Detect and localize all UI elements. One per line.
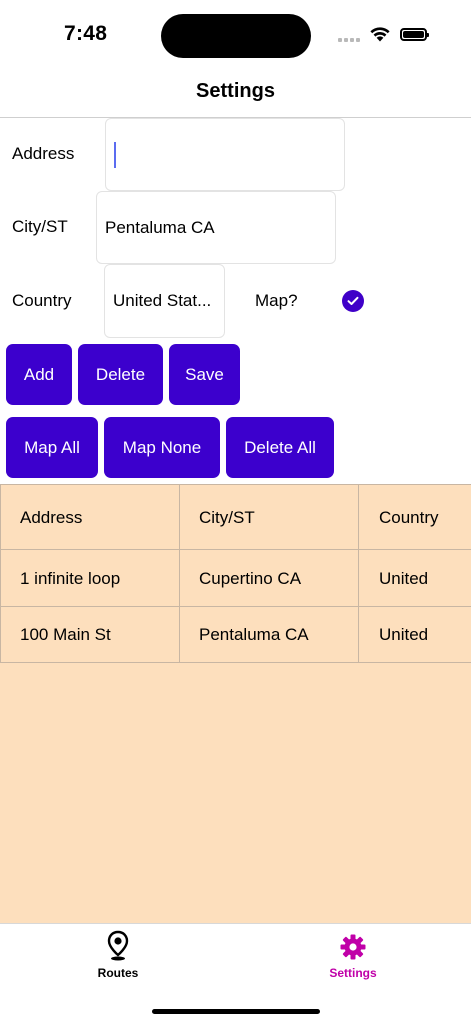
map-all-button[interactable]: Map All [6,417,98,478]
battery-icon [400,28,429,41]
table-row-divider [0,662,471,663]
city-label: City/ST [12,217,68,236]
map-none-button[interactable]: Map None [104,417,220,478]
cellular-signal-icon [338,38,362,44]
dynamic-island [161,14,311,58]
table-header-city: City/ST [199,508,255,527]
table-header-country: Country [379,508,439,527]
city-input[interactable]: Pentaluma CA [96,191,336,264]
tab-label: Settings [329,966,377,980]
country-input[interactable]: United Stat... [104,264,225,338]
tab-label: Routes [97,966,139,980]
map-pin-icon [106,930,130,967]
tab-settings[interactable]: Settings [293,930,413,986]
address-label: Address [12,144,75,163]
checkmark-icon [347,296,359,305]
save-button[interactable]: Save [169,344,240,405]
country-label: Country [12,291,72,310]
page-title: Settings [196,80,275,102]
tab-routes[interactable]: Routes [58,930,178,986]
country-value: United Stat... [113,291,212,310]
table-border [0,484,471,485]
delete-button[interactable]: Delete [78,344,163,405]
table-cell-city: Pentaluma CA [199,625,309,644]
table-cell-country: United [379,625,429,644]
address-input[interactable] [105,118,345,191]
add-button[interactable]: Add [6,344,72,405]
table-cell-city: Cupertino CA [199,569,302,588]
wifi-icon [369,26,391,42]
table-header-address: Address [20,508,83,527]
table-cell-address: 100 Main St [20,625,111,644]
text-cursor [114,141,116,168]
gear-icon [340,934,366,965]
city-value: Pentaluma CA [105,217,215,237]
map-checkbox[interactable] [342,290,364,312]
home-indicator[interactable] [152,1009,320,1014]
table-cell-country: United [379,569,429,588]
map-label: Map? [255,291,298,310]
table-cell-address: 1 infinite loop [20,569,121,588]
status-time: 7:48 [64,22,108,45]
delete-all-button[interactable]: Delete All [226,417,334,478]
